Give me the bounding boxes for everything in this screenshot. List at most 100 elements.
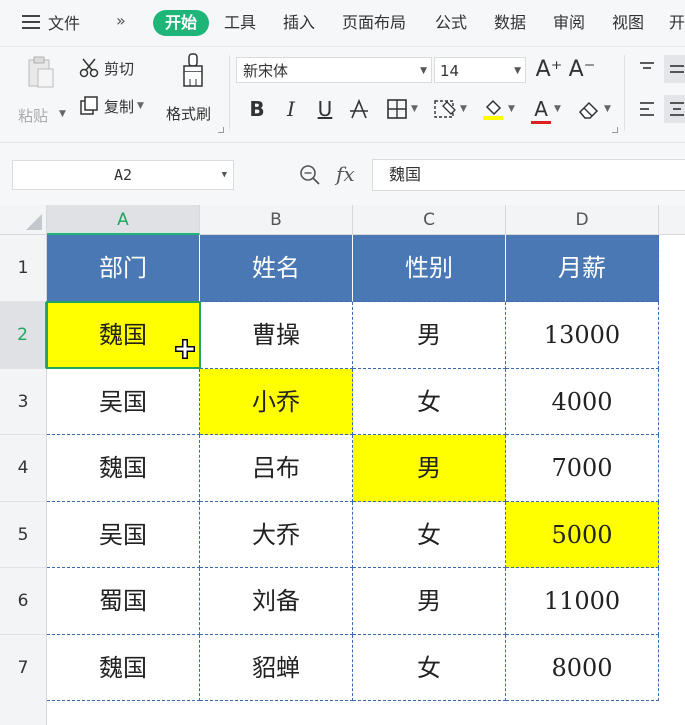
header-cell-name[interactable]: 姓名 [200, 235, 353, 302]
borders-dropdown-icon[interactable]: ▼ [411, 104, 418, 114]
align-middle-button[interactable] [664, 55, 685, 83]
font-color-swatch [531, 121, 552, 124]
select-all-button[interactable] [0, 205, 47, 235]
paste-button[interactable]: 粘贴 ▼ [16, 53, 66, 133]
column-header-b[interactable]: B [200, 205, 353, 235]
tab-page-layout[interactable]: 页面布局 [342, 10, 406, 36]
align-top-button[interactable] [634, 55, 660, 83]
hamburger-icon [22, 15, 40, 29]
cell-department[interactable]: 魏国 [47, 435, 200, 502]
cell-salary[interactable]: 13000 [506, 302, 659, 369]
more-tabs-icon[interactable]: » [116, 11, 126, 30]
cell-gender[interactable]: 女 [353, 502, 506, 568]
align-left-icon [640, 102, 654, 116]
italic-button[interactable]: I [278, 95, 304, 123]
format-painter-button[interactable]: 格式刷 [166, 51, 222, 131]
clear-format-dropdown-icon[interactable]: ▼ [604, 104, 611, 114]
header-cell-department[interactable]: 部门 [47, 235, 200, 302]
row-header-1[interactable]: 1 [0, 235, 47, 302]
row-header-2[interactable]: 2 [0, 302, 47, 369]
tab-insert[interactable]: 插入 [283, 10, 315, 36]
cell-salary[interactable]: 8000 [506, 635, 659, 701]
row-header-5[interactable]: 5 [0, 502, 47, 568]
formula-input[interactable]: 魏国 [372, 159, 685, 191]
name-box[interactable]: A2 ▼ [12, 160, 234, 190]
cell-name[interactable]: 曹操 [200, 302, 353, 369]
header-cell-gender[interactable]: 性别 [353, 235, 506, 302]
cut-button[interactable]: 剪切 [78, 57, 134, 79]
cell-gender[interactable]: 男 [353, 435, 506, 502]
row-header-3[interactable]: 3 [0, 369, 47, 435]
cell-name[interactable]: 刘备 [200, 568, 353, 635]
cell-name[interactable]: 吕布 [200, 435, 353, 502]
name-box-dropdown-icon[interactable]: ▼ [222, 161, 227, 189]
zoom-icon[interactable] [298, 163, 322, 187]
file-menu-button[interactable]: 文件 [22, 10, 80, 34]
copy-dropdown-icon[interactable]: ▼ [137, 101, 144, 111]
tab-formulas[interactable]: 公式 [435, 10, 467, 36]
cell-gender[interactable]: 男 [353, 568, 506, 635]
cell-gender[interactable]: 女 [353, 369, 506, 435]
cell-department[interactable]: 魏国 [47, 635, 200, 701]
tab-view[interactable]: 视图 [612, 10, 644, 36]
font-launcher-icon[interactable] [612, 127, 618, 133]
ribbon-divider [229, 55, 230, 131]
tab-dev[interactable]: 开 [669, 10, 685, 36]
highlight-dropdown-icon[interactable]: ▼ [508, 104, 515, 114]
highlight-color-button[interactable]: ▼ [478, 95, 518, 123]
copy-icon [80, 96, 98, 115]
font-size-select[interactable]: 14 ▼ [434, 57, 526, 83]
shrink-font-button[interactable]: A⁻ [568, 55, 596, 83]
cell-department[interactable]: 蜀国 [47, 568, 200, 635]
grow-font-button[interactable]: A⁺ [536, 55, 563, 83]
cell-department[interactable]: 吴国 [47, 369, 200, 435]
font-color-letter: A [534, 97, 548, 121]
column-header-c[interactable]: C [353, 205, 506, 235]
cell-salary[interactable]: 5000 [506, 502, 659, 568]
cell-gender[interactable]: 女 [353, 635, 506, 701]
cell-salary[interactable]: 11000 [506, 568, 659, 635]
fill-pattern-dropdown-icon[interactable]: ▼ [460, 104, 467, 114]
column-header-a[interactable]: A [47, 205, 200, 235]
row-header-4[interactable]: 4 [0, 435, 47, 502]
cell-salary[interactable]: 7000 [506, 435, 659, 502]
column-header-e[interactable] [659, 205, 685, 235]
cell-name[interactable]: 大乔 [200, 502, 353, 568]
paste-icon [28, 56, 54, 88]
paste-dropdown-icon[interactable]: ▼ [59, 109, 66, 119]
clear-format-button[interactable]: ▼ [574, 95, 614, 123]
cell-name[interactable]: 貂蝉 [200, 635, 353, 701]
underline-button[interactable]: U [312, 95, 338, 123]
column-header-d[interactable]: D [506, 205, 659, 235]
cut-label: 剪切 [104, 59, 135, 78]
highlight-swatch [483, 116, 504, 120]
row-header-6[interactable]: 6 [0, 568, 47, 635]
tab-data[interactable]: 数据 [494, 10, 526, 36]
borders-button[interactable]: ▼ [382, 95, 422, 123]
tab-review[interactable]: 审阅 [553, 10, 585, 36]
paste-label: 粘贴 [18, 107, 49, 125]
header-cell-salary[interactable]: 月薪 [506, 235, 659, 302]
bold-button[interactable]: B [244, 95, 270, 123]
clipboard-launcher-icon[interactable] [218, 127, 224, 133]
cell-name[interactable]: 小乔 [200, 369, 353, 435]
copy-button[interactable]: 复制 ▼ [78, 95, 144, 117]
row-header-8[interactable] [0, 700, 47, 725]
cell-department[interactable]: 吴国 [47, 502, 200, 568]
cell-gender[interactable]: 男 [353, 302, 506, 369]
align-center-button[interactable] [664, 95, 685, 123]
row-header-7[interactable]: 7 [0, 635, 47, 701]
insert-function-button[interactable]: fx [336, 162, 355, 186]
fill-pattern-button[interactable]: ▼ [430, 95, 470, 123]
font-color-dropdown-icon[interactable]: ▼ [554, 104, 561, 114]
tab-tools[interactable]: 工具 [224, 10, 256, 36]
align-center-icon [670, 102, 684, 116]
align-left-button[interactable] [634, 95, 660, 123]
font-color-button[interactable]: A ▼ [526, 95, 566, 124]
font-name-dropdown-icon[interactable]: ▼ [420, 58, 427, 84]
strikethrough-button[interactable] [346, 95, 372, 123]
font-size-dropdown-icon[interactable]: ▼ [514, 58, 521, 84]
tab-home[interactable]: 开始 [153, 10, 210, 36]
cell-salary[interactable]: 4000 [506, 369, 659, 435]
font-name-select[interactable]: 新宋体 ▼ [236, 57, 432, 83]
